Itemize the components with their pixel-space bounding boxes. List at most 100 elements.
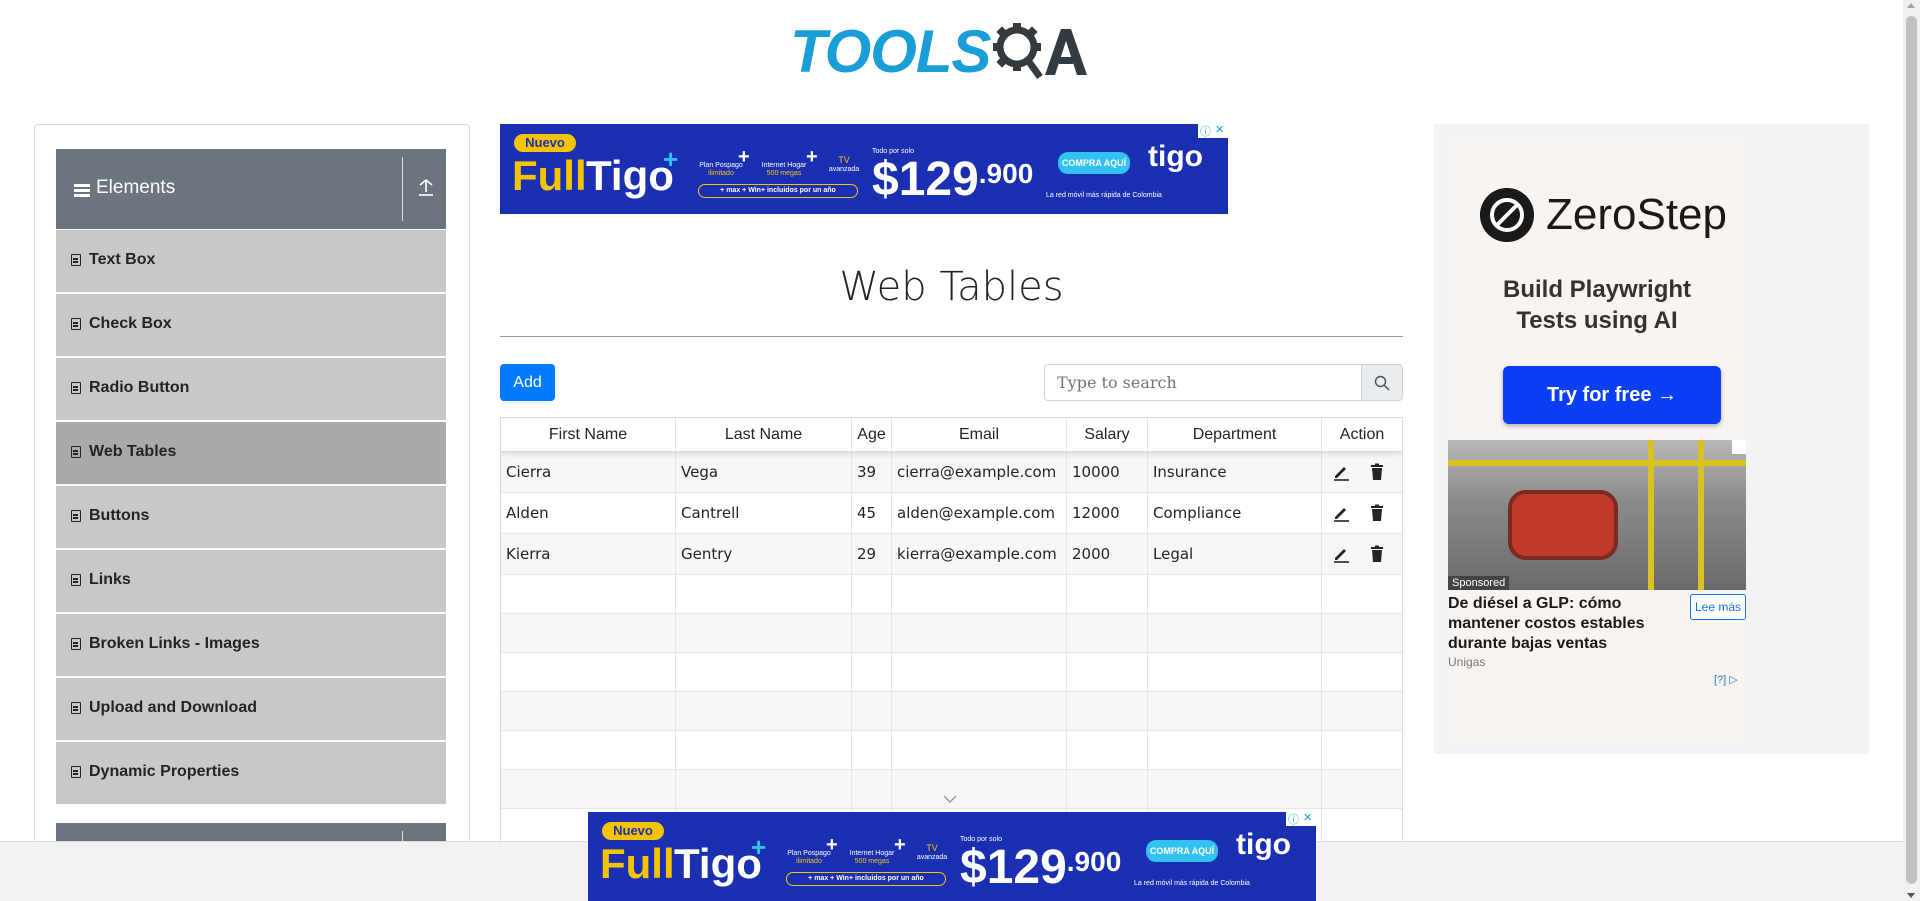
sidebar-item-label: Dynamic Properties (89, 763, 240, 780)
toolsqa-logo[interactable]: TOOLS QA (790, 14, 1087, 90)
ad-close-button[interactable]: ⓘ ✕ (1198, 124, 1228, 138)
ad-feature-3: TV avanzada (916, 843, 948, 861)
html-file-icon (71, 766, 81, 778)
cell-age: 29 (852, 534, 892, 574)
ad-brand-tigo: Tigo (674, 840, 762, 887)
ad-new-badge: Nuevo (602, 822, 664, 840)
sidebar-item-web-tables[interactable]: Web Tables (56, 422, 446, 484)
cell-email: alden@example.com (892, 493, 1067, 533)
chevron-down-icon[interactable] (942, 794, 958, 804)
ad-included-pill: + max + Win+ incluidos por un año (698, 184, 858, 198)
try-for-free-button[interactable]: Try for free → (1503, 366, 1721, 424)
edit-icon[interactable] (1332, 463, 1350, 481)
page-scrollbar[interactable] (1903, 0, 1920, 901)
page-title: Web Tables (839, 264, 1064, 310)
sidebar-item-label: Check Box (89, 315, 172, 332)
adchoices-icon: ⓘ (1200, 125, 1211, 138)
column-header-age[interactable]: Age (852, 418, 892, 451)
scroll-up-arrow-icon[interactable] (1907, 3, 1915, 8)
empty-table-row (501, 614, 1402, 653)
cell-first-name: Alden (501, 493, 676, 533)
sidebar-item-label: Text Box (89, 251, 156, 268)
sidebar-item-upload-download[interactable]: Upload and Download (56, 678, 446, 740)
ad-feature-3: TV avanzada (828, 155, 860, 173)
sidebar-item-dynamic-properties[interactable]: Dynamic Properties (56, 742, 446, 804)
empty-table-row (501, 731, 1402, 770)
elements-group-header[interactable]: Elements (56, 149, 446, 229)
zerostep-brand: ZeroStep (1546, 190, 1727, 239)
cell-age: 45 (852, 493, 892, 533)
ad-info-icon[interactable] (1732, 440, 1746, 454)
ad-plus-2: + (894, 834, 906, 856)
column-header-first-name[interactable]: First Name (501, 418, 676, 451)
column-header-email[interactable]: Email (892, 418, 1067, 451)
ad-plus-1: + (738, 146, 750, 168)
ad-buy-button[interactable]: COMPRA AQUÍ (1146, 840, 1218, 862)
table-header: First Name Last Name Age Email Salary De… (501, 418, 1402, 452)
html-file-icon (71, 446, 81, 458)
cell-department: Insurance (1148, 452, 1322, 492)
cell-first-name: Kierra (501, 534, 676, 574)
ad-tigo-logo: tigo (1236, 828, 1291, 861)
sidebar-item-label: Broken Links - Images (89, 635, 260, 652)
table-row: Kierra Gentry 29 kierra@example.com 2000… (501, 534, 1402, 575)
sidebar-item-links[interactable]: Links (56, 550, 446, 612)
sidebar-item-radio-button[interactable]: Radio Button (56, 358, 446, 420)
column-header-department[interactable]: Department (1148, 418, 1322, 451)
ad-plus-sign: + (663, 144, 679, 174)
delete-icon[interactable] (1368, 504, 1386, 522)
sidebar-item-label: Buttons (89, 507, 150, 524)
html-file-icon (71, 702, 81, 714)
cell-actions (1322, 534, 1402, 574)
sidebar-item-buttons[interactable]: Buttons (56, 486, 446, 548)
edit-icon[interactable] (1332, 504, 1350, 522)
logo-a-letter-icon (1044, 29, 1087, 75)
ad-feature-2: Internet Hogar 500 megas (849, 850, 895, 865)
cell-salary: 2000 (1067, 534, 1148, 574)
delete-icon[interactable] (1368, 463, 1386, 481)
search-button[interactable] (1361, 364, 1403, 401)
zerostep-tagline: Build Playwright Tests using AI (1502, 276, 1691, 335)
close-icon: ✕ (1303, 812, 1313, 824)
sidebar-item-broken-links[interactable]: Broken Links - Images (56, 614, 446, 676)
sponsored-image[interactable]: Sponsored (1448, 440, 1746, 590)
sidebar-item-text-box[interactable]: Text Box (56, 230, 446, 292)
tigo-banner-ad[interactable]: Nuevo Full Tigo + Plan Pospago ilimitado … (500, 124, 1228, 214)
cell-actions (1322, 452, 1402, 492)
upload-arrow-icon[interactable] (416, 179, 436, 199)
cell-actions (1322, 493, 1402, 533)
sponsored-source: Unigas (1448, 655, 1486, 669)
sponsored-label: Sponsored (1448, 576, 1510, 590)
scrollbar-thumb[interactable] (1906, 16, 1917, 884)
column-header-action[interactable]: Action (1322, 418, 1402, 451)
empty-table-row (501, 692, 1402, 731)
ad-tagline: La red móvil más rápida de Colombia (1046, 192, 1162, 199)
add-button[interactable]: Add (500, 364, 555, 401)
edit-icon[interactable] (1332, 545, 1350, 563)
html-file-icon (71, 510, 81, 522)
cell-last-name: Vega (676, 452, 852, 492)
sidebar-item-check-box[interactable]: Check Box (56, 294, 446, 356)
column-header-last-name[interactable]: Last Name (676, 418, 852, 451)
ad-price: $129.900 (872, 153, 1034, 206)
ad-close-button[interactable]: ⓘ ✕ (1286, 812, 1316, 826)
ad-buy-button[interactable]: COMPRA AQUÍ (1058, 152, 1130, 174)
ad-tigo-logo: tigo (1148, 140, 1203, 173)
html-file-icon (71, 318, 81, 330)
column-header-salary[interactable]: Salary (1067, 418, 1148, 451)
group-title: Elements (96, 177, 176, 198)
search-input[interactable] (1044, 364, 1362, 401)
scroll-down-arrow-icon[interactable] (1907, 893, 1915, 898)
gear-magnifier-icon (992, 23, 1043, 80)
cell-salary: 10000 (1067, 452, 1148, 492)
sponsored-headline[interactable]: De diésel a GLP: cómo mantener costos es… (1448, 594, 1683, 654)
cell-last-name: Gentry (676, 534, 852, 574)
tigo-bottom-banner-ad[interactable]: Nuevo Full Tigo + Plan Pospago ilimitado … (588, 812, 1316, 901)
delete-icon[interactable] (1368, 545, 1386, 563)
logo-text: TOOLS (790, 18, 992, 85)
zerostep-ad[interactable]: ZeroStep Build Playwright Tests using AI … (1434, 124, 1869, 754)
adchoices-icon[interactable]: [?] ▷ (1714, 673, 1738, 686)
cell-age: 39 (852, 452, 892, 492)
table-row: Alden Cantrell 45 alden@example.com 1200… (501, 493, 1402, 534)
read-more-button[interactable]: Lee más (1690, 594, 1746, 620)
